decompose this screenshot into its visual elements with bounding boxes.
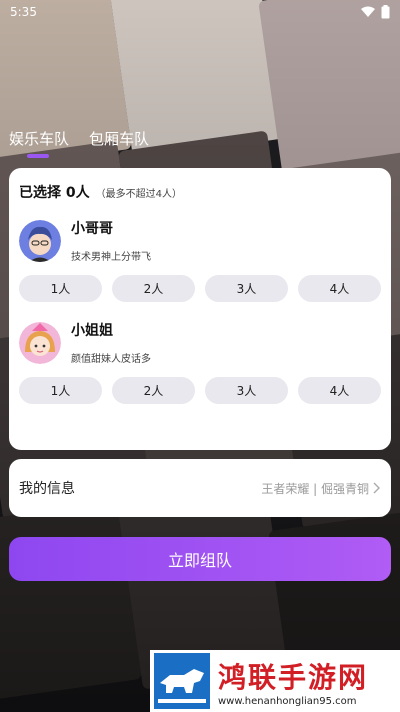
group-male: 小哥哥 技术男神上分带飞 1人 2人 3人 4人 (19, 218, 381, 302)
tab-private-room-team[interactable]: 包厢车队 (89, 128, 149, 149)
avatar (19, 219, 61, 262)
selection-title: 已选择 0人 (19, 185, 90, 201)
site-watermark: 鸿联手游网 www.henanhonglian95.com (150, 650, 400, 712)
selection-card: 已选择 0人 （最多不超过4人） 小哥哥 技术男神上分带飞 1人 2人 3人 4… (9, 168, 391, 450)
watermark-site-name: 鸿联手游网 (218, 660, 369, 694)
user-name: 小姐姐 (71, 323, 113, 339)
chevron-right-icon (373, 482, 380, 494)
selection-header: 已选择 0人 （最多不超过4人） (19, 182, 381, 202)
my-info-value-group: 王者荣耀 | 倔强青铜 (261, 480, 381, 497)
user-name: 小哥哥 (71, 221, 113, 237)
selection-limit-note: （最多不超过4人） (95, 189, 182, 200)
group-female: 小姐姐 颜值甜妹人皮话多 1人 2人 3人 4人 (19, 320, 381, 404)
count-option-2[interactable]: 2人 (112, 377, 195, 404)
count-option-3[interactable]: 3人 (205, 275, 288, 302)
user-description: 技术男神上分带飞 (71, 252, 151, 263)
girl-avatar-icon (19, 321, 61, 364)
status-icons (361, 5, 390, 19)
count-options: 1人 2人 3人 4人 (19, 275, 381, 302)
tab-entertainment-team[interactable]: 娱乐车队 (9, 128, 69, 158)
user-row: 小姐姐 颜值甜妹人皮话多 (19, 320, 381, 365)
boy-avatar-icon (19, 219, 61, 262)
bull-icon (154, 653, 210, 709)
count-options: 1人 2人 3人 4人 (19, 377, 381, 404)
avatar (19, 321, 61, 364)
count-option-2[interactable]: 2人 (112, 275, 195, 302)
status-time: 5:35 (10, 5, 37, 19)
count-option-3[interactable]: 3人 (205, 377, 288, 404)
count-option-1[interactable]: 1人 (19, 275, 102, 302)
my-info-label: 我的信息 (19, 481, 75, 497)
battery-icon (381, 5, 390, 19)
form-team-button[interactable]: 立即组队 (9, 537, 391, 581)
my-info-value: 王者荣耀 | 倔强青铜 (261, 481, 369, 496)
user-description: 颜值甜妹人皮话多 (71, 354, 151, 365)
count-option-4[interactable]: 4人 (298, 377, 381, 404)
watermark-url: www.henanhonglian95.com (218, 695, 357, 707)
wifi-icon (361, 6, 375, 17)
watermark-logo-icon (154, 653, 210, 709)
count-option-4[interactable]: 4人 (298, 275, 381, 302)
status-bar: 5:35 (0, 0, 400, 24)
tab-bar: 娱乐车队 包厢车队 (9, 128, 149, 158)
user-row: 小哥哥 技术男神上分带飞 (19, 218, 381, 263)
count-option-1[interactable]: 1人 (19, 377, 102, 404)
my-info-row[interactable]: 我的信息 王者荣耀 | 倔强青铜 (9, 459, 391, 517)
